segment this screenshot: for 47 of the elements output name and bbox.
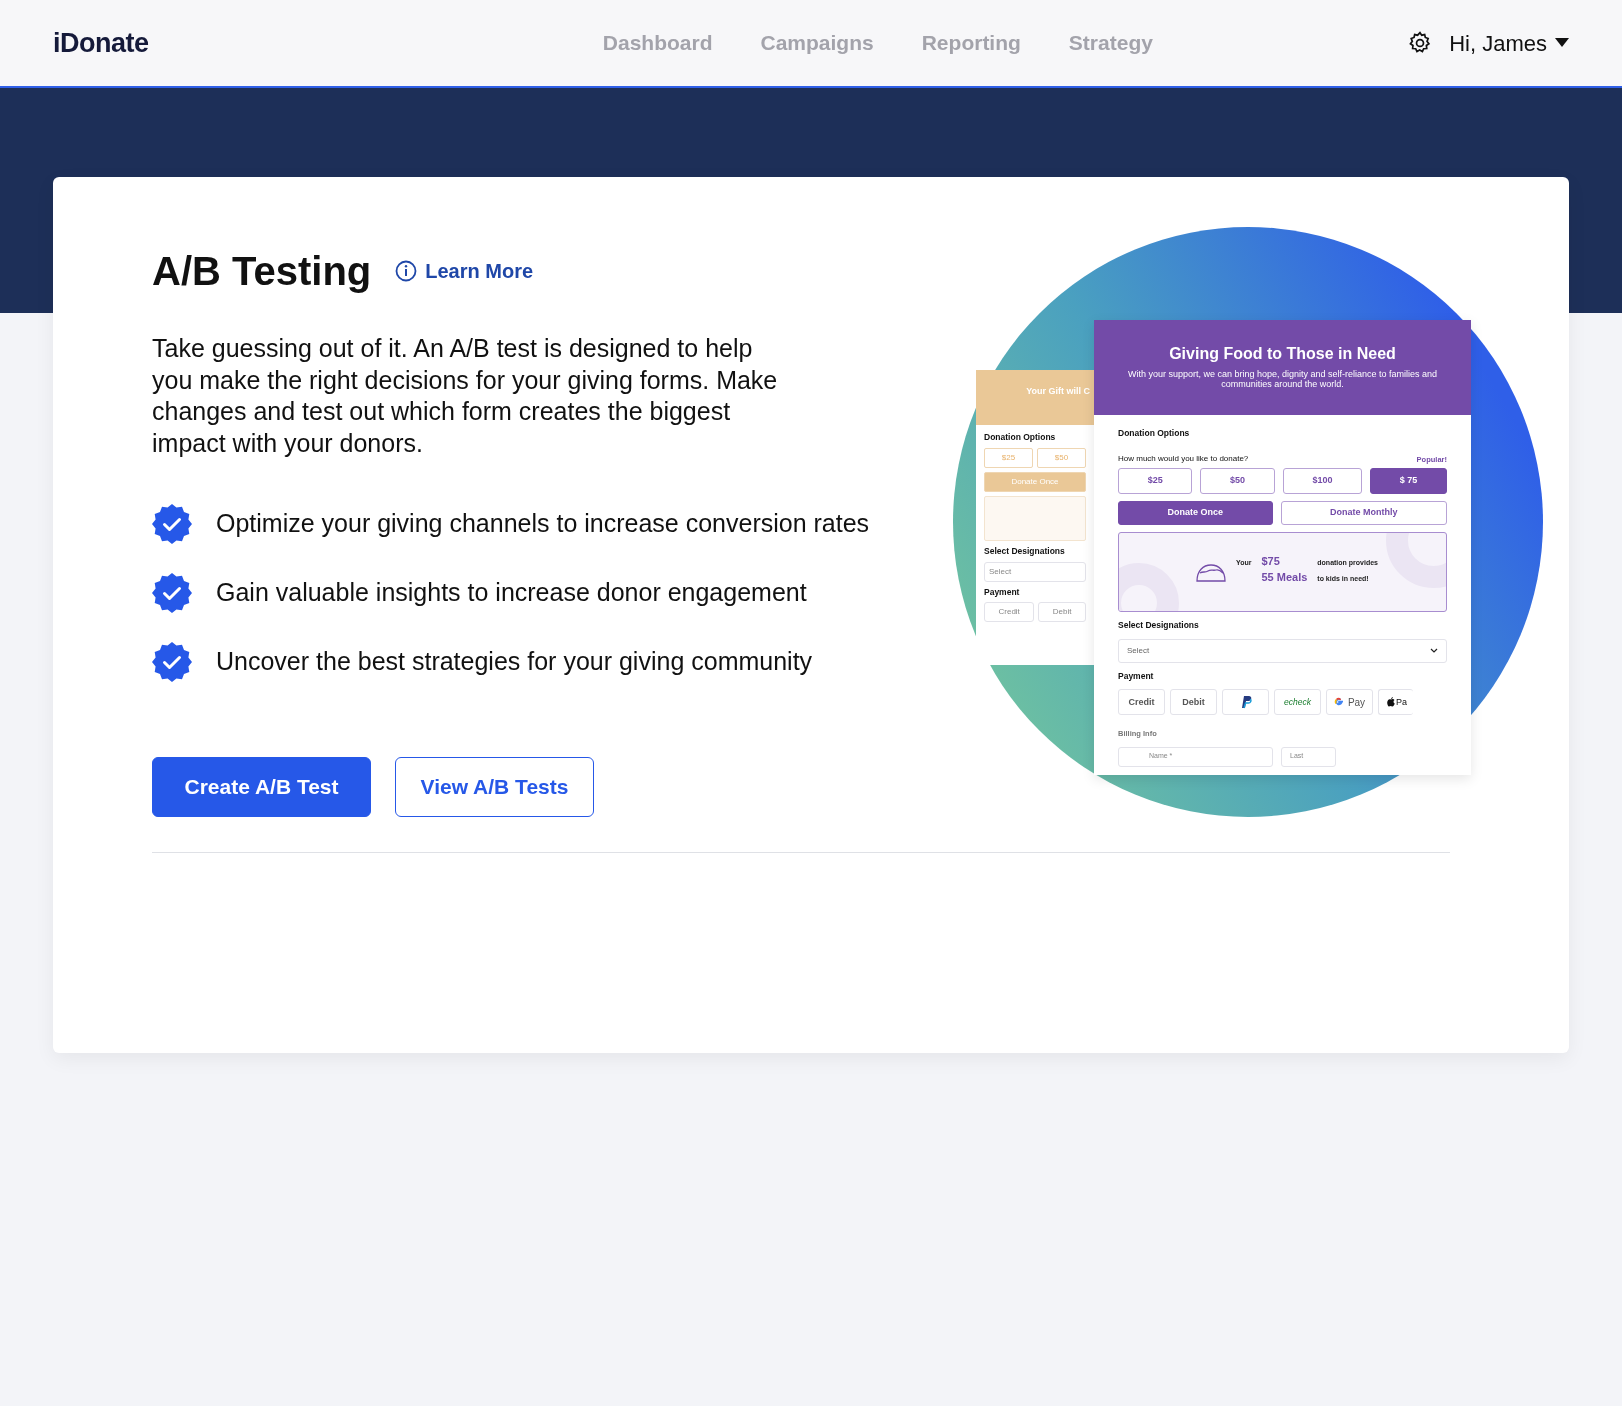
page-title: A/B Testing bbox=[152, 248, 372, 295]
g-logo-icon bbox=[1333, 697, 1344, 708]
payment-option[interactable]: Credit bbox=[984, 602, 1035, 623]
view-tests-button[interactable]: View A/B Tests bbox=[395, 757, 594, 817]
feature-text: Optimize your giving channels to increase conversion rates bbox=[216, 508, 870, 540]
payment-option[interactable]: Pa bbox=[1378, 689, 1413, 716]
learn-more-link[interactable]: Learn More bbox=[395, 256, 534, 286]
form-title: Giving Food to Those in Need bbox=[1168, 344, 1397, 364]
amount-option[interactable]: $100 bbox=[1282, 467, 1363, 494]
info-icon bbox=[395, 260, 418, 282]
verified-check-icon bbox=[152, 642, 192, 682]
form-label: Donation Options bbox=[984, 431, 1057, 444]
verified-check-icon bbox=[152, 573, 192, 613]
chevron-down-icon bbox=[1430, 648, 1438, 653]
payment-option[interactable]: echeck bbox=[1274, 689, 1321, 716]
create-test-button[interactable]: Create A/B Test bbox=[152, 757, 371, 817]
form-title: Your Gift will C bbox=[976, 370, 1094, 425]
impact-amount: $75 bbox=[1261, 553, 1281, 569]
feature-text: Gain valuable insights to increase donor engagement bbox=[216, 577, 807, 609]
form-label: Select Designations bbox=[984, 544, 1066, 558]
caret-icon bbox=[1555, 38, 1569, 48]
payment-option[interactable] bbox=[1222, 689, 1269, 716]
frequency-option[interactable]: Donate Monthly bbox=[1280, 500, 1447, 525]
user-menu[interactable]: Hi, James bbox=[1449, 26, 1569, 60]
frequency-option[interactable]: Donate Once bbox=[1118, 500, 1273, 525]
feature-text: Uncover the best strategies for your giving community bbox=[216, 646, 813, 678]
payment-option[interactable]: Pay bbox=[1326, 689, 1373, 716]
payment-option[interactable]: Credit bbox=[1118, 689, 1165, 716]
apple-icon bbox=[1387, 697, 1395, 708]
select-field[interactable]: Select bbox=[1118, 638, 1447, 663]
logo[interactable]: iDonate bbox=[53, 22, 149, 64]
description: Take guessing out of it. An A/B test is designed to help you make the right decisions for your giving forms. Make changes and test out which form creates the biggest impact with your donors. bbox=[152, 333, 779, 459]
payment-option[interactable]: Debit bbox=[1038, 602, 1086, 623]
amount-option[interactable]: $ 75 bbox=[1370, 467, 1447, 494]
paypal-icon bbox=[1239, 695, 1252, 710]
question-text: How much would you like to donate? bbox=[1118, 452, 1249, 465]
amount-option[interactable]: $25 bbox=[1118, 467, 1193, 494]
verified-check-icon bbox=[152, 504, 192, 544]
form-label: Select Designations bbox=[1118, 618, 1200, 632]
form-label: Payment bbox=[1118, 669, 1155, 683]
amount-option[interactable]: $50 bbox=[1200, 467, 1275, 494]
form-subtitle: With your support, we can bring hope, dignity and self-reliance to families and communities around the world. bbox=[1126, 369, 1439, 390]
payment-option[interactable]: Debit bbox=[1170, 689, 1217, 716]
form-label: Payment bbox=[984, 585, 1021, 599]
form-label: Donation Options bbox=[1118, 427, 1191, 440]
impact-amount: 55 Meals bbox=[1261, 570, 1308, 586]
select-field[interactable]: Select bbox=[984, 561, 1086, 582]
